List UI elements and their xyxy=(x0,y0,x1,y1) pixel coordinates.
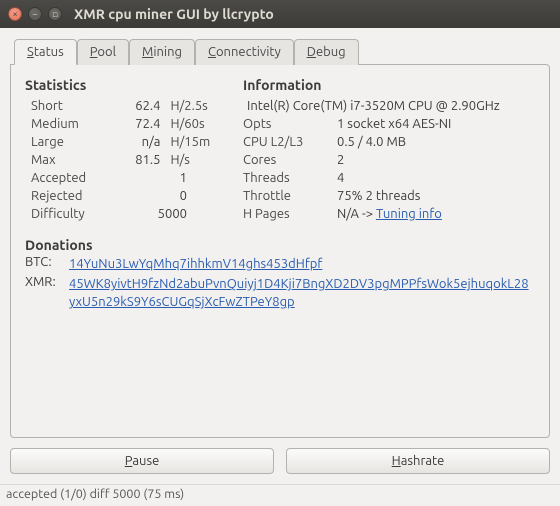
tuning-info-link[interactable]: Tuning info xyxy=(376,207,442,221)
tab-content-status: Statistics Short 62.4 H/2.5s Medium 72.4… xyxy=(10,64,550,438)
statistics-heading: Statistics xyxy=(25,77,235,93)
information-panel: Information Intel(R) Core(TM) i7-3520M C… xyxy=(243,77,535,223)
info-row-hpages: H Pages N/A -> Tuning info xyxy=(243,205,535,223)
tab-debug[interactable]: Debug xyxy=(294,39,359,65)
info-row-opts: Opts 1 socket x64 AES-NI xyxy=(243,115,535,133)
pause-button[interactable]: Pause xyxy=(10,448,274,474)
statistics-panel: Statistics Short 62.4 H/2.5s Medium 72.4… xyxy=(25,77,235,223)
stat-row-max: Max 81.5 H/s xyxy=(25,151,235,169)
stat-label: Short xyxy=(25,97,117,115)
donation-row-btc: BTC: 14YuNu3LwYqMhq7ihhkmV14ghs453dHfpf xyxy=(25,255,535,273)
info-row-cpu: Intel(R) Core(TM) i7-3520M CPU @ 2.90GHz xyxy=(243,97,535,115)
tab-pool[interactable]: Pool xyxy=(77,39,129,65)
info-row-throttle: Throttle 75% 2 threads xyxy=(243,187,535,205)
stat-row-short: Short 62.4 H/2.5s xyxy=(25,97,235,115)
donation-label-xmr: XMR: xyxy=(25,275,63,289)
tabs-container: Status Pool Mining Connectivity Debug St… xyxy=(10,38,550,438)
statusbar-text: accepted (1/0) diff 5000 (75 ms) xyxy=(6,487,184,501)
donations-section: Donations BTC: 14YuNu3LwYqMhq7ihhkmV14gh… xyxy=(25,237,535,312)
donations-heading: Donations xyxy=(25,237,535,253)
donation-label-btc: BTC: xyxy=(25,255,63,269)
window-controls: × – ▫ xyxy=(8,7,62,21)
donation-address-btc[interactable]: 14YuNu3LwYqMhq7ihhkmV14ghs453dHfpf xyxy=(69,255,322,273)
window-title: XMR cpu miner GUI by llcrypto xyxy=(74,6,274,22)
titlebar: × – ▫ XMR cpu miner GUI by llcrypto xyxy=(0,0,560,28)
stat-row-rejected: Rejected 0 xyxy=(25,187,235,205)
stat-unit: H/2.5s xyxy=(164,97,235,115)
tab-status[interactable]: Status xyxy=(14,39,77,65)
tab-connectivity[interactable]: Connectivity xyxy=(195,39,294,65)
info-row-cache: CPU L2/L3 0.5 / 4.0 MB xyxy=(243,133,535,151)
maximize-icon[interactable]: ▫ xyxy=(48,7,62,21)
stat-row-difficulty: Difficulty 5000 xyxy=(25,205,235,223)
stat-row-large: Large n/a H/15m xyxy=(25,133,235,151)
info-row-cores: Cores 2 xyxy=(243,151,535,169)
donation-row-xmr: XMR: 45WK8yivtH9fzNd2abuPvnQuiyj1D4Kji7B… xyxy=(25,275,535,311)
tab-row: Status Pool Mining Connectivity Debug xyxy=(10,38,550,64)
window-body: Status Pool Mining Connectivity Debug St… xyxy=(0,28,560,484)
tab-mining[interactable]: Mining xyxy=(129,39,195,65)
stat-value: 62.4 xyxy=(117,97,164,115)
stat-row-medium: Medium 72.4 H/60s xyxy=(25,115,235,133)
donation-address-xmr[interactable]: 45WK8yivtH9fzNd2abuPvnQuiyj1D4Kji7BngXD2… xyxy=(69,275,535,311)
information-heading: Information xyxy=(243,77,535,93)
button-row: Pause Hashrate xyxy=(10,448,550,474)
stat-row-accepted: Accepted 1 xyxy=(25,169,235,187)
info-row-threads: Threads 4 xyxy=(243,169,535,187)
statusbar: accepted (1/0) diff 5000 (75 ms) xyxy=(0,484,560,506)
hashrate-button[interactable]: Hashrate xyxy=(286,448,550,474)
close-icon[interactable]: × xyxy=(8,7,22,21)
minimize-icon[interactable]: – xyxy=(28,7,42,21)
hpages-prefix: N/A -> xyxy=(337,207,376,221)
